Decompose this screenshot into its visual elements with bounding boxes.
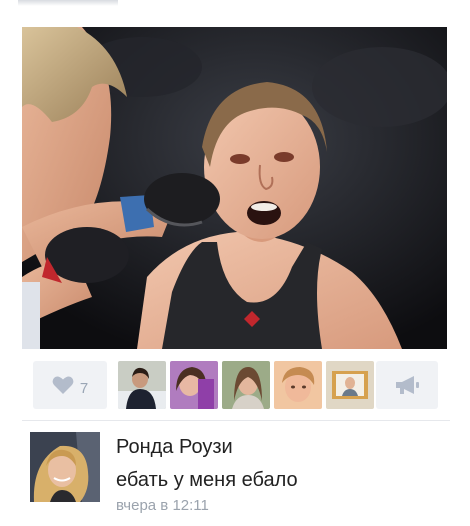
share-button[interactable] bbox=[376, 361, 438, 409]
megaphone-icon bbox=[396, 376, 419, 394]
previous-post-edge bbox=[18, 0, 118, 6]
comment-text: ебать у меня ебало bbox=[116, 469, 298, 491]
avatar bbox=[30, 432, 100, 502]
liker-avatar-2[interactable] bbox=[170, 361, 218, 409]
heart-icon bbox=[52, 376, 74, 394]
liker-photo-5 bbox=[326, 361, 374, 409]
comment-timestamp[interactable]: вчера в 12:11 bbox=[116, 497, 209, 514]
liker-photo-2 bbox=[170, 361, 218, 409]
fight-photo-illustration bbox=[22, 27, 447, 349]
liker-photo-3 bbox=[222, 361, 270, 409]
liker-avatar-3[interactable] bbox=[222, 361, 270, 409]
like-button[interactable]: 7 bbox=[33, 361, 107, 409]
liker-avatar-4[interactable] bbox=[274, 361, 322, 409]
liker-photo-1 bbox=[118, 361, 166, 409]
liker-avatar-1[interactable] bbox=[118, 361, 166, 409]
liker-photo-4 bbox=[274, 361, 322, 409]
comment-author[interactable]: Ронда Роузи bbox=[116, 436, 233, 459]
comment-avatar[interactable] bbox=[30, 432, 100, 502]
section-divider bbox=[22, 420, 450, 421]
liker-avatar-5[interactable] bbox=[326, 361, 374, 409]
post-photo[interactable] bbox=[22, 27, 447, 349]
like-count: 7 bbox=[79, 379, 89, 397]
post-actions: 7 bbox=[33, 361, 438, 411]
